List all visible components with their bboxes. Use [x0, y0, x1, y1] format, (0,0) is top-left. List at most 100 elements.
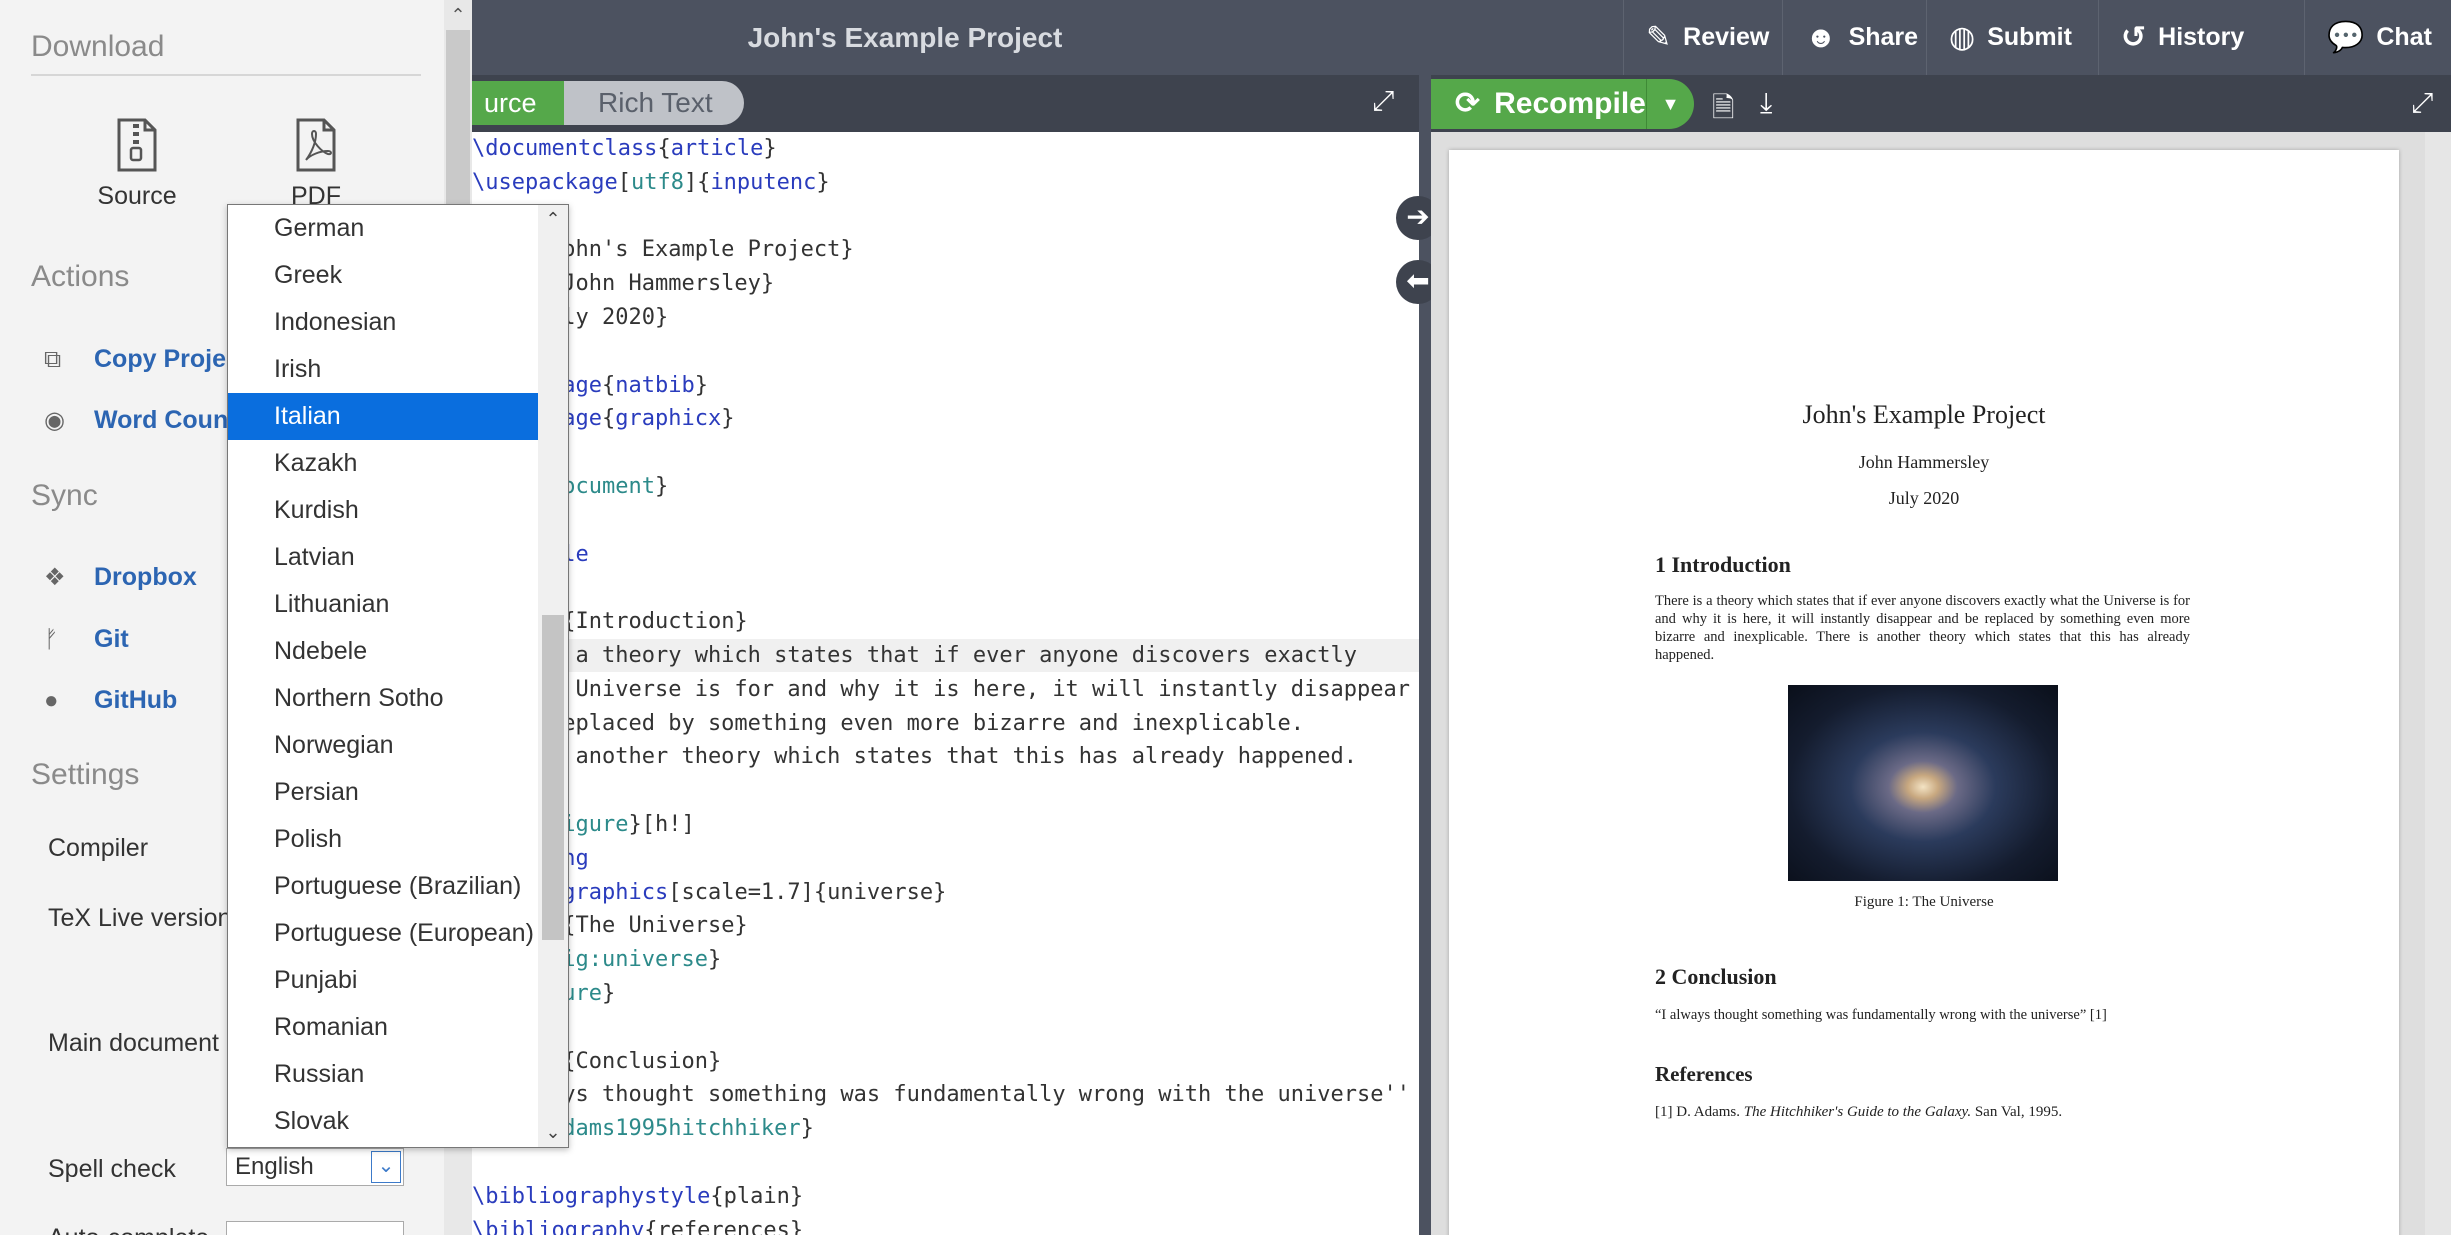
editor-mode-toggle: urce Rich Text: [472, 81, 744, 125]
zip-file-icon: [117, 118, 157, 172]
editor-toolbar: urce Rich Text ⤢: [472, 75, 1419, 132]
project-title: John's Example Project: [747, 22, 1063, 53]
pdf-reference-1: [1] D. Adams. The Hitchhiker's Guide to …: [1655, 1104, 2063, 1120]
code-line: n{The Universe}: [549, 913, 748, 939]
pdf-conclusion-text: “I always thought something was fundamen…: [1655, 1007, 2107, 1023]
language-option[interactable]: Italian: [228, 393, 538, 440]
caret-down-icon[interactable]: ▼: [1646, 79, 1694, 129]
galaxy-figure: [1788, 685, 2058, 881]
eye-icon: ◉: [44, 407, 65, 434]
download-source-button[interactable]: Source: [87, 118, 187, 211]
language-option[interactable]: Slovak: [228, 1098, 538, 1145]
language-option[interactable]: Norwegian: [228, 722, 538, 769]
git-button[interactable]: ᚠ Git: [44, 625, 129, 654]
github-label: GitHub: [94, 686, 178, 714]
pdf-section-conclusion: 2 Conclusion: [1655, 964, 1777, 989]
language-option[interactable]: Latvian: [228, 534, 538, 581]
code-editor[interactable]: \documentclass{article} \usepackage[utf8]…: [472, 132, 1419, 1235]
expand-pdf-icon[interactable]: ⤢: [2411, 87, 2433, 120]
copy-project-button[interactable]: ⧉ Copy Project: [44, 345, 248, 374]
pdf-section-intro: 1 Introduction: [1655, 552, 1791, 577]
top-bar: John's Example Project ✎ Review ☻ Share …: [472, 0, 2451, 75]
chat-button[interactable]: 💬 Chat: [2304, 0, 2451, 75]
spell-check-label: Spell check: [48, 1155, 176, 1183]
language-option[interactable]: Ndebele: [228, 628, 538, 675]
scroll-down-icon[interactable]: ⌄: [538, 1122, 568, 1143]
code-line: n{Introduction}: [549, 609, 748, 635]
submit-button[interactable]: ◍ Submit: [1926, 0, 2094, 75]
word-count-button[interactable]: ◉ Word Count: [44, 406, 237, 435]
language-option[interactable]: Kurdish: [228, 487, 538, 534]
recompile-button[interactable]: ⟳ Recompile ▼: [1431, 79, 1694, 129]
auto-complete-select[interactable]: [226, 1221, 404, 1235]
git-icon: ᚠ: [44, 625, 59, 653]
dropbox-label: Dropbox: [94, 563, 197, 591]
recompile-label: Recompile: [1494, 87, 1646, 120]
language-option[interactable]: Northern Sotho: [228, 675, 538, 722]
code-line: [John Hammersley}: [549, 271, 775, 297]
github-button[interactable]: ● GitHub: [44, 686, 177, 715]
language-option[interactable]: Lithuanian: [228, 581, 538, 628]
code-line: kage{natbib}: [549, 372, 708, 398]
dropbox-button[interactable]: ❖ Dropbox: [44, 563, 197, 592]
globe-icon: ◍: [1949, 21, 1976, 54]
log-file-icon[interactable]: 🗎: [1712, 87, 1735, 135]
pane-splitter[interactable]: [1419, 75, 1431, 1235]
language-option[interactable]: Russian: [228, 1051, 538, 1098]
refresh-icon: ⟳: [1455, 87, 1481, 120]
scroll-up-icon[interactable]: ⌃: [446, 4, 470, 26]
rich-text-tab[interactable]: Rich Text: [598, 81, 713, 125]
review-label: Review: [1683, 23, 1770, 51]
expand-icon[interactable]: ⤢: [1372, 85, 1394, 118]
pdf-toolbar: ⟳ Recompile ▼ 🗎 ⤓ ⤢: [1431, 75, 2451, 132]
spell-check-language-list[interactable]: German Greek Indonesian Irish Italian Kazakh K…: [227, 204, 569, 1148]
download-pdf-icon[interactable]: ⤓: [1760, 87, 1772, 120]
divider: [31, 74, 421, 76]
language-option[interactable]: German: [228, 205, 538, 252]
scroll-up-icon[interactable]: ⌃: [538, 209, 568, 230]
history-label: History: [2158, 23, 2245, 51]
pdf-date: July 2020: [1888, 488, 1960, 508]
pdf-figure-caption: Figure 1: The Universe: [1854, 894, 1994, 910]
language-option[interactable]: Indonesian: [228, 299, 538, 346]
language-option[interactable]: Irish: [228, 346, 538, 393]
scroll-thumb[interactable]: [542, 615, 564, 940]
language-option[interactable]: Kazakh: [228, 440, 538, 487]
share-button[interactable]: ☻ Share: [1782, 0, 1940, 75]
code-line: e Universe is for and why it is here, it…: [549, 676, 1410, 702]
language-option[interactable]: Romanian: [228, 1004, 538, 1051]
pdf-viewer[interactable]: John's Example Project John Hammersley J…: [1431, 132, 2451, 1235]
chat-icon: 💬: [2327, 21, 2365, 54]
chevron-down-icon[interactable]: ⌄: [371, 1151, 401, 1183]
history-button[interactable]: ↺ History: [2098, 0, 2266, 75]
language-option[interactable]: Greek: [228, 252, 538, 299]
language-option[interactable]: Persian: [228, 769, 538, 816]
compiler-label: Compiler: [48, 834, 149, 862]
submit-label: Submit: [1987, 23, 2072, 51]
dropbox-icon: ❖: [44, 564, 66, 591]
review-icon: ✎: [1646, 21, 1672, 54]
share-label: Share: [1848, 23, 1919, 51]
copy-project-label: Copy Project: [94, 345, 249, 373]
code-line: figure}[h!]: [549, 812, 695, 837]
language-option[interactable]: Polish: [228, 816, 538, 863]
word-count-label: Word Count: [94, 406, 237, 434]
language-option[interactable]: Punjabi: [228, 957, 538, 1004]
git-label: Git: [94, 625, 129, 653]
spell-check-select[interactable]: English ⌄: [226, 1148, 404, 1186]
texlive-label: TeX Live version: [48, 904, 232, 932]
language-option[interactable]: Portuguese (European): [228, 910, 538, 957]
language-option[interactable]: Portuguese (Brazilian): [228, 863, 538, 910]
pdf-file-icon: [296, 118, 336, 172]
source-tab[interactable]: urce: [472, 81, 564, 125]
review-button[interactable]: ✎ Review: [1623, 0, 1791, 75]
pdf-page: John's Example Project John Hammersley J…: [1449, 150, 2399, 1235]
chat-label: Chat: [2376, 23, 2432, 51]
users-icon: ☻: [1805, 20, 1837, 54]
pdf-scrollbar[interactable]: [2425, 132, 2451, 1235]
download-pdf-button[interactable]: PDF: [266, 118, 366, 211]
main-document-label: Main document: [48, 1029, 219, 1057]
sync-header: Sync: [31, 479, 98, 512]
language-list-scrollbar[interactable]: ⌃ ⌄: [538, 205, 568, 1147]
copy-icon: ⧉: [44, 345, 62, 373]
